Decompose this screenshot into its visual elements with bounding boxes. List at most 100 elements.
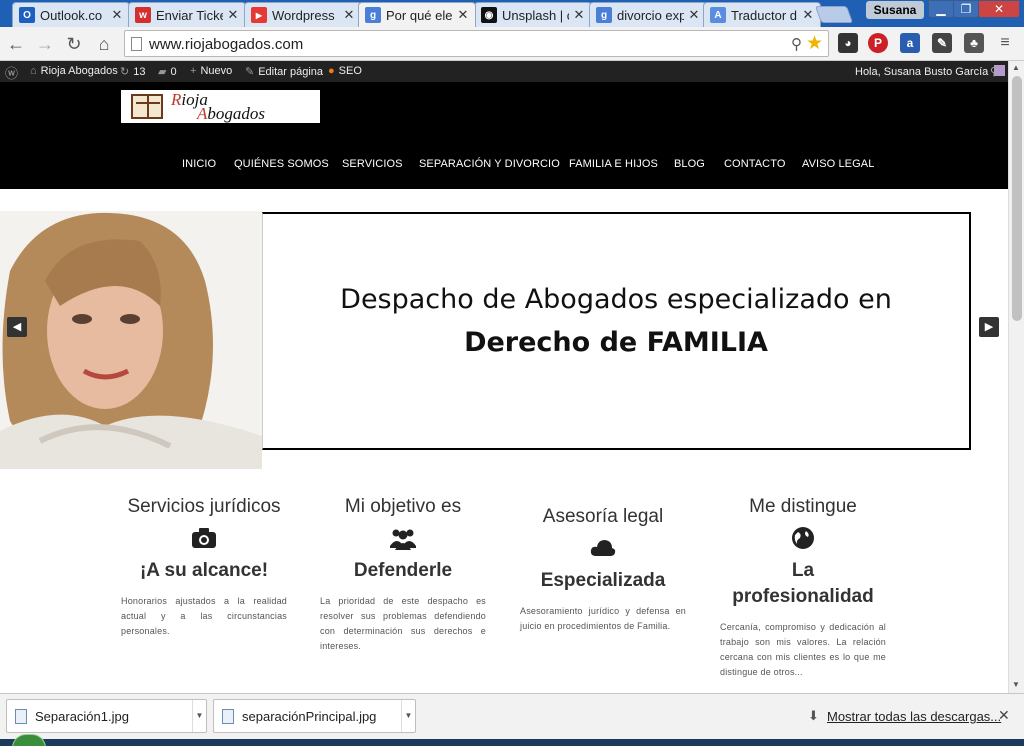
feature-body: Honorarios ajustados a la realidad actua…: [121, 596, 287, 636]
scroll-down-icon[interactable]: ▼: [1012, 680, 1020, 689]
outlook-favicon-icon: O: [19, 7, 35, 23]
maximize-button[interactable]: ❐: [953, 0, 979, 18]
new-tab-button[interactable]: [814, 6, 854, 23]
tab-strip: O Outlook.co ✕ w Enviar Ticke ✕ ▶ Wordpr…: [0, 0, 1024, 27]
nav-familia-hijos[interactable]: FAMILIA E HIJOS: [569, 158, 658, 170]
google-favicon-icon: g: [596, 7, 612, 23]
chevron-down-icon[interactable]: ▼: [192, 700, 206, 732]
tab-title: Por qué ele: [386, 7, 453, 23]
tab-enviar-ticket[interactable]: w Enviar Ticke ✕: [128, 2, 246, 27]
forward-button[interactable]: →: [34, 33, 56, 55]
nav-servicios[interactable]: SERVICIOS: [342, 158, 403, 170]
close-tab-icon[interactable]: ✕: [111, 7, 123, 23]
close-tab-icon[interactable]: ✕: [802, 7, 814, 23]
tab-unsplash[interactable]: ◉ Unsplash | c ✕: [474, 2, 592, 27]
nav-quienes-somos[interactable]: QUIÉNES SOMOS: [234, 158, 329, 170]
amazon-extension-icon[interactable]: a: [900, 33, 920, 53]
wordpress-logo-icon[interactable]: ⓦ: [5, 63, 18, 82]
new-label: Nuevo: [200, 65, 233, 77]
close-tab-icon[interactable]: ✕: [688, 7, 700, 23]
minimize-button[interactable]: ▁: [928, 0, 954, 18]
download-filename: Separación1.jpg: [35, 709, 129, 724]
youtube-favicon-icon: ▶: [251, 7, 267, 23]
download-item[interactable]: separaciónPrincipal.jpg ▼: [213, 699, 416, 733]
download-arrow-icon: ⬇: [808, 708, 819, 723]
tab-title: Unsplash | c: [502, 7, 569, 23]
tab-title: Outlook.co: [40, 7, 103, 23]
nav-separacion-divorcio[interactable]: SEPARACIÓN Y DIVORCIO: [419, 158, 560, 170]
feature-servicios: Servicios jurídicos ¡A su alcance! Honor…: [121, 496, 287, 639]
evernote-extension-icon[interactable]: ♣: [964, 33, 984, 53]
feature-objetivo: Mi objetivo es Defenderle La prioridad d…: [320, 496, 486, 654]
feature-kicker: Me distingue: [749, 496, 857, 517]
page-scrollbar[interactable]: ▲ ▼: [1008, 61, 1024, 693]
tab-divorcio[interactable]: g divorcio exp ✕: [589, 2, 707, 27]
feature-body: Asesoramiento jurídico y defensa en juic…: [520, 606, 686, 631]
close-tab-icon[interactable]: ✕: [227, 7, 239, 23]
scroll-up-icon[interactable]: ▲: [1012, 63, 1020, 72]
search-icon[interactable]: ⚲: [791, 35, 802, 53]
wp-comments-link[interactable]: ▰ 0: [158, 65, 177, 78]
slider-prev-button[interactable]: ◀: [7, 317, 27, 337]
wp-updates-link[interactable]: ↻ 13: [120, 65, 145, 78]
site-name: Rioja Abogados: [40, 65, 118, 77]
feature-body: La prioridad de este despacho es resolve…: [320, 596, 486, 651]
slide-frame: Despacho de Abogados especializado en De…: [262, 212, 971, 450]
wp-seo-link[interactable]: ● SEO: [328, 65, 362, 77]
close-tab-icon[interactable]: ✕: [343, 7, 355, 23]
show-all-downloads-link[interactable]: Mostrar todas las descargas...: [827, 709, 1001, 724]
comment-icon: ▰: [158, 66, 167, 78]
logo-rest: bogados: [207, 104, 266, 123]
owl-extension-icon[interactable]: ◕: [838, 33, 858, 53]
feature-distingue: Me distingue La profesionalidad Cercanía…: [720, 496, 886, 680]
tab-outlook[interactable]: O Outlook.co ✕: [12, 2, 130, 27]
site-logo[interactable]: Rioja Abogados: [121, 90, 320, 123]
nav-blog[interactable]: BLOG: [674, 158, 705, 170]
globe-icon: [790, 526, 816, 550]
tab-wordpress[interactable]: ▶ Wordpress ✕: [244, 2, 362, 27]
slide-headline-line2: Derecho de FAMILIA: [464, 327, 768, 358]
pinterest-extension-icon[interactable]: P: [868, 33, 888, 53]
menu-icon[interactable]: ≡: [995, 33, 1015, 53]
feature-asesoria: Asesoría legal Especializada Asesoramien…: [520, 506, 686, 634]
scales-of-justice-icon: [131, 94, 163, 119]
wp-new-link[interactable]: + Nuevo: [190, 65, 232, 77]
tab-por-que[interactable]: g Por qué ele ✕: [358, 2, 476, 27]
close-tab-icon[interactable]: ✕: [573, 7, 585, 23]
scroll-thumb[interactable]: [1012, 76, 1022, 321]
feature-heading: La profesionalidad: [732, 560, 874, 607]
url-text[interactable]: www.riojabogados.com: [149, 36, 303, 53]
nav-contacto[interactable]: CONTACTO: [724, 158, 786, 170]
slider-next-button[interactable]: ▶: [979, 317, 999, 337]
back-button[interactable]: ←: [5, 33, 27, 55]
tools-extension-icon[interactable]: ✎: [932, 33, 952, 53]
home-button[interactable]: ⌂: [93, 33, 115, 55]
nav-inicio[interactable]: INICIO: [182, 158, 216, 170]
tab-traductor[interactable]: A Traductor d ✕: [703, 2, 821, 27]
wp-search-icon[interactable]: ⚲: [990, 65, 998, 78]
close-shelf-icon[interactable]: ✕: [998, 707, 1010, 724]
translate-favicon-icon: A: [710, 7, 726, 23]
nav-aviso-legal[interactable]: AVISO LEGAL: [802, 158, 874, 170]
chevron-down-icon[interactable]: ▼: [401, 700, 415, 732]
image-file-icon: [15, 709, 27, 724]
reload-button[interactable]: ↻: [63, 33, 85, 55]
hero-slider: Despacho de Abogados especializado en De…: [0, 189, 1008, 469]
pencil-icon: ✎: [245, 66, 255, 78]
main-navigation: INICIO QUIÉNES SOMOS SERVICIOS SEPARACIÓ…: [0, 158, 1008, 172]
image-file-icon: [222, 709, 234, 724]
wp-edit-link[interactable]: ✎ Editar página: [245, 65, 323, 78]
address-bar[interactable]: www.riojabogados.com ⚲ ★: [124, 30, 829, 57]
wp-admin-bar: ⓦ ⌂ Rioja Abogados ↻ 13 ▰ 0 + Nuevo ✎ Editar …: [0, 61, 1008, 82]
feature-kicker: Asesoría legal: [542, 506, 664, 527]
download-item[interactable]: Separación1.jpg ▼: [6, 699, 207, 733]
bookmark-star-icon[interactable]: ★: [806, 32, 823, 55]
profile-button[interactable]: Susana: [866, 1, 924, 19]
logo-initial: R: [171, 90, 182, 109]
download-filename: separaciónPrincipal.jpg: [242, 709, 377, 724]
wp-account-link[interactable]: Hola, Susana Busto García: [855, 65, 1006, 78]
download-shelf: Separación1.jpg ▼ separaciónPrincipal.jp…: [0, 693, 1024, 739]
close-window-button[interactable]: ✕: [978, 0, 1020, 18]
close-tab-icon[interactable]: ✕: [457, 7, 469, 23]
wp-site-link[interactable]: ⌂ Rioja Abogados: [30, 65, 118, 77]
